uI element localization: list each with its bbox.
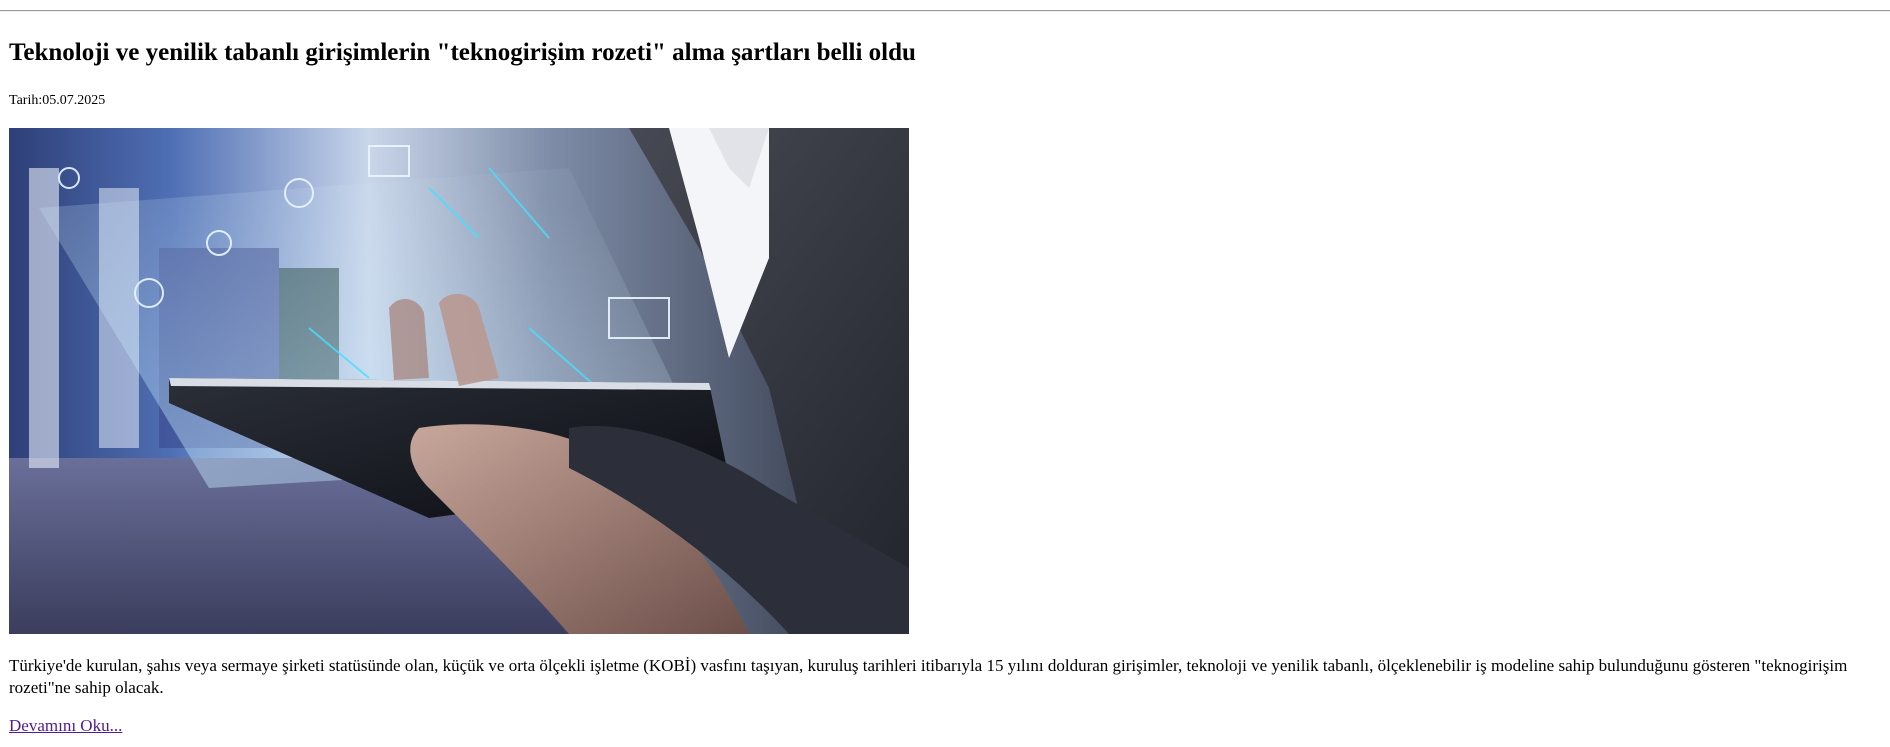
read-more-link[interactable]: Devamını Oku... [9,715,122,737]
article-summary: Türkiye'de kurulan, şahıs veya sermaye ş… [9,656,1848,697]
article-date: Tarih:05.07.2025 [9,93,106,108]
news-article: Teknoloji ve yenilik tabanlı girişimleri… [9,36,1881,737]
article-hero-image [9,128,909,634]
horizontal-rule [0,10,1890,12]
article-title: Teknoloji ve yenilik tabanlı girişimleri… [9,39,916,66]
